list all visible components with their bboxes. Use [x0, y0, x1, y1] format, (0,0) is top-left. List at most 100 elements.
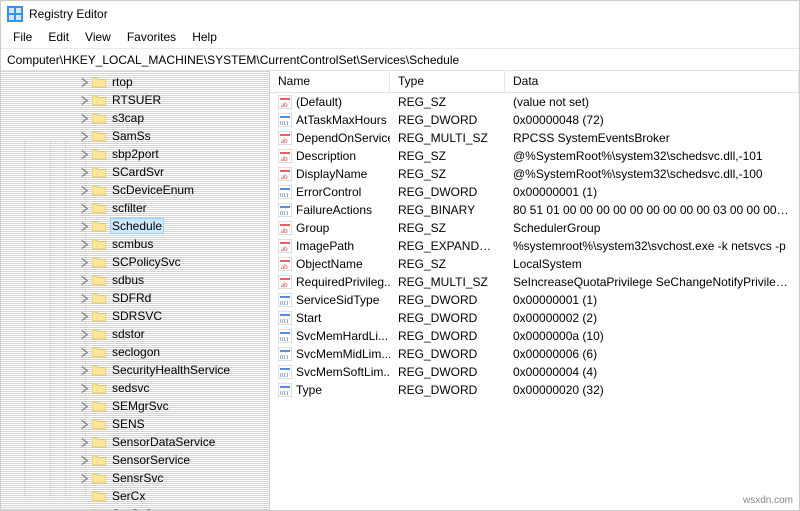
chevron-right-icon[interactable] — [79, 455, 90, 466]
chevron-right-icon[interactable] — [79, 383, 90, 394]
value-row[interactable]: SvcMemHardLi...REG_DWORD0x0000000a (10) — [270, 327, 799, 345]
list-pane[interactable]: Name Type Data (Default)REG_SZ(value not… — [270, 71, 799, 510]
menu-favorites[interactable]: Favorites — [119, 27, 184, 48]
tree-item-sensorservice[interactable]: SensorService — [1, 451, 269, 469]
tree-item-scfilter[interactable]: scfilter — [1, 199, 269, 217]
value-name: SvcMemMidLim... — [296, 347, 390, 361]
chevron-right-icon[interactable] — [79, 311, 90, 322]
tree-item-sensordataservice[interactable]: SensorDataService — [1, 433, 269, 451]
tree-item-sdbus[interactable]: sdbus — [1, 271, 269, 289]
tree-item-seclogon[interactable]: seclogon — [1, 343, 269, 361]
menu-file[interactable]: File — [5, 27, 40, 48]
menu-view[interactable]: View — [77, 27, 119, 48]
binary-value-icon — [278, 365, 292, 379]
chevron-right-icon[interactable] — [79, 239, 90, 250]
tree-item-scmbus[interactable]: scmbus — [1, 235, 269, 253]
chevron-right-icon[interactable] — [79, 185, 90, 196]
tree-item-sedsvc[interactable]: sedsvc — [1, 379, 269, 397]
chevron-right-icon[interactable] — [79, 473, 90, 484]
chevron-right-icon[interactable] — [79, 437, 90, 448]
column-headers: Name Type Data — [270, 71, 799, 93]
string-value-icon — [278, 95, 292, 109]
value-data-cell: SeIncreaseQuotaPrivilege SeChangeNotifyP… — [505, 275, 799, 289]
chevron-right-icon[interactable] — [79, 419, 90, 430]
value-row[interactable]: ImagePathREG_EXPAND_SZ%systemroot%\syste… — [270, 237, 799, 255]
tree-item-schedule[interactable]: Schedule — [1, 217, 269, 235]
tree-item-samss[interactable]: SamSs — [1, 127, 269, 145]
chevron-right-icon[interactable] — [79, 77, 90, 88]
chevron-right-icon[interactable] — [79, 275, 90, 286]
folder-icon — [92, 76, 106, 88]
chevron-right-icon[interactable] — [79, 131, 90, 142]
tree-item-sdfrd[interactable]: SDFRd — [1, 289, 269, 307]
tree-item-scdeviceenum[interactable]: ScDeviceEnum — [1, 181, 269, 199]
tree-item-label: SerCx — [110, 489, 147, 503]
value-row[interactable]: GroupREG_SZSchedulerGroup — [270, 219, 799, 237]
chevron-right-icon[interactable] — [79, 113, 90, 124]
value-row[interactable]: DependOnServiceREG_MULTI_SZRPCSS SystemE… — [270, 129, 799, 147]
menu-edit[interactable]: Edit — [40, 27, 77, 48]
value-row[interactable]: AtTaskMaxHoursREG_DWORD0x00000048 (72) — [270, 111, 799, 129]
chevron-right-icon[interactable] — [79, 203, 90, 214]
string-value-icon — [278, 149, 292, 163]
chevron-right-icon[interactable] — [79, 95, 90, 106]
tree-item-sercx[interactable]: SerCx — [1, 487, 269, 505]
chevron-right-icon[interactable] — [79, 257, 90, 268]
tree-item-sensrsvc[interactable]: SensrSvc — [1, 469, 269, 487]
tree-item-label: SEMgrSvc — [110, 399, 171, 413]
tree-item-rtsuer[interactable]: RTSUER — [1, 91, 269, 109]
value-row[interactable]: ErrorControlREG_DWORD0x00000001 (1) — [270, 183, 799, 201]
value-row[interactable]: TypeREG_DWORD0x00000020 (32) — [270, 381, 799, 399]
value-row[interactable]: ObjectNameREG_SZLocalSystem — [270, 255, 799, 273]
value-row[interactable]: SvcMemMidLim...REG_DWORD0x00000006 (6) — [270, 345, 799, 363]
value-row[interactable]: DisplayNameREG_SZ@%SystemRoot%\system32\… — [270, 165, 799, 183]
tree-item-sdstor[interactable]: sdstor — [1, 325, 269, 343]
tree-item-sdrsvc[interactable]: SDRSVC — [1, 307, 269, 325]
column-header-data[interactable]: Data — [505, 71, 799, 92]
value-name-cell: ObjectName — [270, 257, 390, 271]
address-bar[interactable]: Computer\HKEY_LOCAL_MACHINE\SYSTEM\Curre… — [1, 49, 799, 71]
folder-icon — [92, 292, 106, 304]
value-row[interactable]: FailureActionsREG_BINARY80 51 01 00 00 0… — [270, 201, 799, 219]
column-header-type[interactable]: Type — [390, 71, 505, 92]
tree-item-s3cap[interactable]: s3cap — [1, 109, 269, 127]
chevron-right-icon[interactable] — [79, 329, 90, 340]
column-header-name[interactable]: Name — [270, 71, 390, 92]
tree-item-sens[interactable]: SENS — [1, 415, 269, 433]
value-row[interactable]: StartREG_DWORD0x00000002 (2) — [270, 309, 799, 327]
tree-item-sercx2[interactable]: SerCx2 — [1, 505, 269, 511]
chevron-right-icon[interactable] — [79, 293, 90, 304]
chevron-right-icon[interactable] — [79, 491, 90, 502]
tree-item-semgrsvc[interactable]: SEMgrSvc — [1, 397, 269, 415]
value-row[interactable]: SvcMemSoftLim...REG_DWORD0x00000004 (4) — [270, 363, 799, 381]
chevron-right-icon[interactable] — [79, 347, 90, 358]
tree-item-rtop[interactable]: rtop — [1, 73, 269, 91]
tree-item-scpolicysvc[interactable]: SCPolicySvc — [1, 253, 269, 271]
folder-icon — [92, 364, 106, 376]
value-row[interactable]: RequiredPrivileg...REG_MULTI_SZSeIncreas… — [270, 273, 799, 291]
value-name-cell: RequiredPrivileg... — [270, 275, 390, 289]
chevron-right-icon[interactable] — [79, 401, 90, 412]
tree-item-securityhealthservice[interactable]: SecurityHealthService — [1, 361, 269, 379]
value-type-cell: REG_BINARY — [390, 203, 505, 217]
value-row[interactable]: ServiceSidTypeREG_DWORD0x00000001 (1) — [270, 291, 799, 309]
tree-item-label: scfilter — [110, 201, 149, 215]
tree-pane[interactable]: rtopRTSUERs3capSamSs sbp2port SCardSvrScDe… — [1, 71, 269, 511]
app-icon — [7, 6, 23, 22]
tree-item-label: scmbus — [110, 237, 155, 251]
folder-icon — [92, 436, 106, 448]
tree-item-sbp2port[interactable]: sbp2port — [1, 145, 269, 163]
value-name-cell: SvcMemMidLim... — [270, 347, 390, 361]
tree-item-label: sbp2port — [110, 147, 161, 161]
tree-item-scardsvr[interactable]: SCardSvr — [1, 163, 269, 181]
value-row[interactable]: DescriptionREG_SZ@%SystemRoot%\system32\… — [270, 147, 799, 165]
chevron-right-icon[interactable] — [79, 149, 90, 160]
value-row[interactable]: (Default)REG_SZ(value not set) — [270, 93, 799, 111]
chevron-right-icon[interactable] — [79, 167, 90, 178]
chevron-right-icon[interactable] — [79, 221, 90, 232]
chevron-right-icon[interactable] — [79, 365, 90, 376]
value-name: ObjectName — [296, 257, 363, 271]
value-name: FailureActions — [296, 203, 372, 217]
menu-help[interactable]: Help — [184, 27, 225, 48]
value-name-cell: FailureActions — [270, 203, 390, 217]
